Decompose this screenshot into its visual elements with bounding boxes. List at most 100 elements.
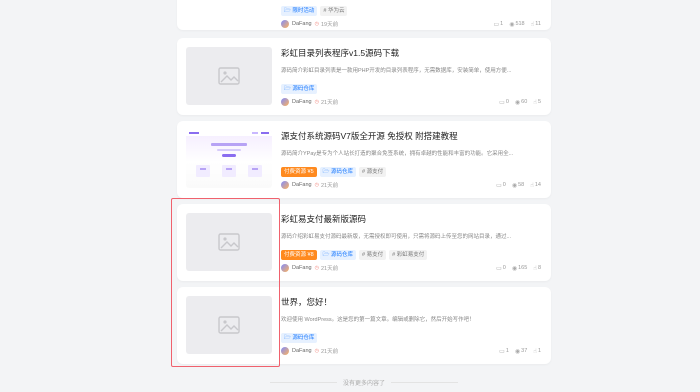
image-placeholder-icon (218, 67, 240, 85)
post-stats: ▭ 1 ◉ 37 ☝ 1 (499, 348, 541, 355)
end-of-list-note: 没有更多内容了 (230, 378, 498, 387)
post-stats: ▭ 0 ◉ 58 ☝ 14 (496, 182, 541, 189)
end-note-text: 没有更多内容了 (336, 381, 391, 387)
comment-icon: ▭ (499, 348, 505, 355)
post-thumbnail[interactable] (186, 296, 272, 354)
tag-label: 限时活动 (292, 8, 315, 14)
clock-icon: ◷ (314, 99, 319, 105)
like-count: 5 (537, 99, 541, 105)
post-time: 21天前 (320, 349, 339, 355)
thumb-up-icon: ☝ (533, 99, 537, 106)
post-card[interactable]: 彩虹易支付最新版源码 源码介绍彩虹易支付源码最新版，无需授权即可使用，只需将源码… (177, 204, 551, 281)
eye-icon: ◉ (514, 99, 521, 106)
post-time: 21天前 (320, 100, 339, 106)
avatar[interactable] (281, 347, 289, 355)
post-stats: ▭ 1 ◉ 518 ☝ 11 (493, 21, 541, 28)
comment-count: 1 (505, 348, 509, 354)
tag-label: 源码仓库 (292, 335, 315, 341)
author-name[interactable]: DaFang (292, 21, 312, 27)
comment-icon: ▭ (496, 182, 502, 189)
price-badge: 付费资源 ¥5 (281, 167, 317, 177)
post-time: 21天前 (320, 266, 339, 272)
post-thumbnail[interactable] (186, 213, 272, 271)
eye-icon: ◉ (511, 265, 518, 272)
eye-icon: ◉ (514, 348, 521, 355)
clock-icon: ◷ (314, 21, 319, 27)
view-count: 165 (518, 265, 528, 271)
comment-icon: ▭ (499, 99, 505, 106)
post-excerpt: 源码介绍彩虹易支付源码最新版，无需授权即可使用，只需将源码上传至您的网站目录，通… (281, 234, 512, 240)
author-name[interactable]: DaFang (292, 99, 312, 105)
like-count: 14 (534, 182, 541, 188)
post-time: 21天前 (320, 183, 339, 189)
view-count: 37 (521, 348, 528, 354)
post-card[interactable]: 源支付系统源码V7版全开源 免授权 附搭建教程 源码简介YPay是专为个人站长打… (177, 121, 551, 198)
like-count: 1 (537, 348, 541, 354)
post-thumbnail[interactable] (186, 47, 272, 105)
post-tags: 🗁 限时活动 # 华为云 (281, 6, 348, 16)
comment-count: 0 (505, 99, 509, 105)
clock-icon: ◷ (314, 182, 319, 188)
tag-category[interactable]: 🗁 限时活动 (281, 6, 318, 16)
author-name[interactable]: DaFang (292, 182, 312, 188)
post-meta: DaFang ◷ 19天前 ▭ 1 ◉ 518 ☝ 11 (281, 20, 541, 28)
post-stats: ▭ 0 ◉ 165 ☝ 8 (496, 265, 541, 272)
post-excerpt: 欢迎使用 WordPress。这是您的第一篇文章。编辑或删除它，然后开始写作吧！ (281, 317, 475, 323)
post-meta: DaFang ◷ 21天前 ▭ 1 ◉ 37 ☝ 1 (281, 347, 541, 355)
post-card[interactable]: 世界，您好！ 欢迎使用 WordPress。这是您的第一篇文章。编辑或删除它，然… (177, 287, 551, 364)
image-placeholder-icon (218, 233, 240, 251)
comment-count: 1 (500, 21, 504, 27)
tag-category[interactable]: 🗁 源码仓库 (281, 333, 318, 343)
author-name[interactable]: DaFang (292, 348, 312, 354)
tag-label: 源码仓库 (331, 252, 354, 258)
post-tags: 🗁 源码仓库 (281, 333, 318, 343)
thumb-up-icon: ☝ (530, 182, 534, 189)
post-card[interactable]: 彩虹目录列表程序v1.5源码下载 源码简介彩虹目录列表是一款用PHP开发的目录列… (177, 38, 551, 115)
like-count: 11 (535, 21, 541, 27)
view-count: 518 (515, 21, 525, 27)
post-meta: DaFang ◷ 21天前 ▭ 0 ◉ 58 ☝ 14 (281, 181, 541, 189)
comment-icon: ▭ (493, 21, 500, 28)
avatar[interactable] (281, 20, 289, 28)
post-stats: ▭ 0 ◉ 60 ☝ 5 (499, 99, 541, 106)
tag-label: 源码仓库 (331, 169, 354, 175)
tag-topic[interactable]: # 源支付 (359, 167, 387, 177)
author-name[interactable]: DaFang (292, 265, 312, 271)
thumb-up-icon: ☝ (530, 21, 535, 28)
tag-topic[interactable]: # 易支付 (359, 250, 387, 260)
post-excerpt: 源码简介彩虹目录列表是一款用PHP开发的目录列表程序，无需数据库，安装简单，使用… (281, 68, 512, 74)
post-title[interactable]: 世界，您好！ (281, 296, 332, 308)
thumb-up-icon: ☝ (533, 265, 537, 272)
post-card[interactable]: 🗁 限时活动 # 华为云 DaFang ◷ 19天前 ▭ 1 ◉ 518 ☝ 11 (177, 0, 551, 30)
post-meta: DaFang ◷ 21天前 ▭ 0 ◉ 165 ☝ 8 (281, 264, 541, 272)
image-placeholder-icon (218, 316, 240, 334)
comment-icon: ▭ (496, 265, 502, 272)
view-count: 58 (518, 182, 525, 188)
post-thumbnail[interactable] (186, 130, 272, 188)
post-title[interactable]: 彩虹易支付最新版源码 (281, 213, 366, 225)
eye-icon: ◉ (511, 182, 518, 189)
view-count: 60 (521, 99, 528, 105)
clock-icon: ◷ (314, 348, 319, 354)
tag-topic[interactable]: # 彩虹易支付 (389, 250, 428, 260)
tag-category[interactable]: 🗁 源码仓库 (281, 84, 318, 94)
tag-topic[interactable]: # 华为云 (320, 6, 348, 16)
post-title[interactable]: 源支付系统源码V7版全开源 免授权 附搭建教程 (281, 130, 458, 142)
post-time: 19天前 (320, 22, 339, 28)
comment-count: 0 (502, 265, 506, 271)
post-excerpt: 源码简介YPay是专为个人站长打造的聚合免签系统，拥有卓越的性能和丰富的功能。它… (281, 151, 514, 157)
avatar[interactable] (281, 98, 289, 106)
eye-icon: ◉ (509, 21, 515, 28)
price-badge: 付费资源 ¥8 (281, 250, 317, 260)
avatar[interactable] (281, 264, 289, 272)
post-meta: DaFang ◷ 21天前 ▭ 0 ◉ 60 ☝ 5 (281, 98, 541, 106)
site-screenshot-image (186, 130, 272, 177)
tag-category[interactable]: 🗁 源码仓库 (319, 250, 357, 260)
avatar[interactable] (281, 181, 289, 189)
post-tags: 付费资源 ¥8 🗁 源码仓库 # 易支付 # 彩虹易支付 (281, 250, 428, 260)
post-tags: 🗁 源码仓库 (281, 84, 318, 94)
like-count: 8 (537, 265, 541, 271)
post-title[interactable]: 彩虹目录列表程序v1.5源码下载 (281, 47, 399, 59)
post-tags: 付费资源 ¥5 🗁 源码仓库 # 源支付 (281, 167, 387, 177)
tag-category[interactable]: 🗁 源码仓库 (319, 167, 357, 177)
